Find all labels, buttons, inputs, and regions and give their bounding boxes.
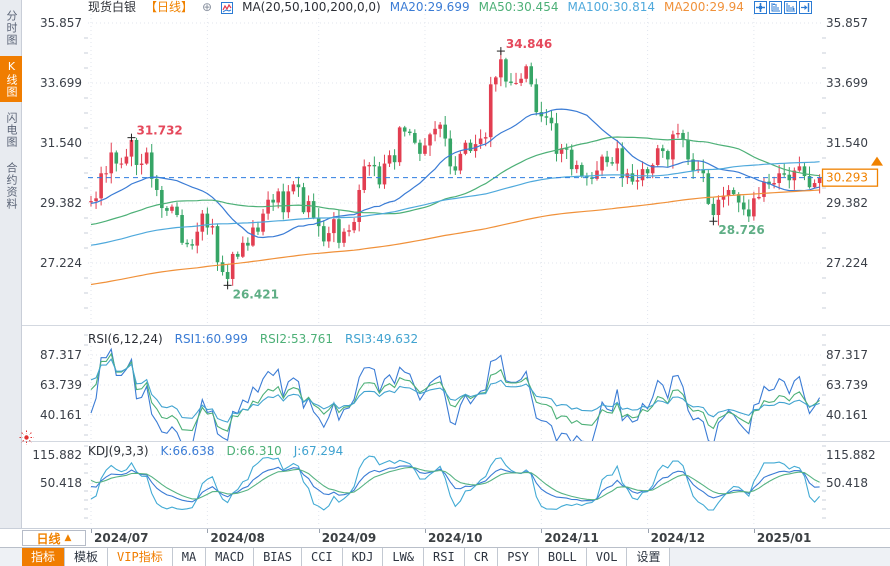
tab-indicator[interactable]: 指标 [22, 548, 65, 566]
period-button-label: 日线 [37, 530, 61, 547]
ma50-value: MA50:30.454 [479, 0, 559, 15]
x-axis-label: 2024/07 [94, 531, 148, 545]
svg-text:31.540: 31.540 [40, 136, 82, 150]
sidebar-item-lightning-chart[interactable]: 闪电图 [0, 108, 22, 152]
ma100-value: MA100:30.814 [567, 0, 655, 15]
x-axis-tick [91, 529, 92, 533]
period-tag: 【日线】 [145, 0, 193, 15]
svg-text:115.882: 115.882 [32, 448, 82, 462]
svg-text:34.846: 34.846 [506, 37, 552, 51]
indicator-tabs-bar: 指标 模板 VIP指标 MA MACD BIAS CCI KDJ LW& RSI… [0, 547, 890, 566]
rsi-pane-header: RSI(6,12,24) RSI1:60.999 RSI2:53.761 RSI… [88, 333, 418, 346]
svg-text:50.418: 50.418 [40, 476, 82, 490]
x-axis-row: 日线 ▲ 2024/07 2024/08 2024/09 2024/10 2024/11… [0, 528, 890, 547]
caret-up-icon: ▲ [65, 533, 72, 543]
svg-text:40.161: 40.161 [826, 408, 868, 422]
x-axis-label: 2024/09 [322, 531, 376, 545]
ma200-value: MA200:29.94 [664, 0, 744, 15]
x-axis-label: 2025/01 [757, 531, 811, 545]
svg-text:63.739: 63.739 [40, 378, 82, 392]
svg-text:29.382: 29.382 [40, 196, 82, 210]
indicator-chart-icon[interactable] [221, 2, 233, 14]
svg-text:63.739: 63.739 [826, 378, 868, 392]
kdj-j-value: J:67.294 [294, 445, 344, 458]
svg-text:33.699: 33.699 [40, 76, 82, 90]
svg-text:27.224: 27.224 [40, 256, 82, 270]
svg-text:33.699: 33.699 [826, 76, 868, 90]
x-axis-tick [541, 529, 542, 533]
svg-text:87.317: 87.317 [40, 348, 82, 362]
x-axis-tick [319, 529, 320, 533]
sidebar-item-contract-info[interactable]: 合约资料 [0, 158, 22, 214]
chart-toolbar [754, 1, 812, 14]
svg-text:40.161: 40.161 [40, 408, 82, 422]
add-overlay-icon[interactable]: ⊕ [202, 0, 212, 15]
ma20-value: MA20:29.699 [390, 0, 470, 15]
svg-text:28.726: 28.726 [718, 223, 764, 237]
tab-macd[interactable]: MACD [206, 548, 254, 566]
svg-text:35.857: 35.857 [826, 16, 868, 30]
x-axis-label: 2024/11 [544, 531, 598, 545]
x-axis-label: 2024/08 [210, 531, 264, 545]
svg-text:115.882: 115.882 [826, 448, 876, 462]
svg-text:31.540: 31.540 [826, 136, 868, 150]
x-axis-tick [754, 529, 755, 533]
x-axis-tick [207, 529, 208, 533]
tab-cr[interactable]: CR [465, 548, 498, 566]
tab-settings[interactable]: 设置 [627, 548, 670, 566]
rsi1-value: RSI1:60.999 [175, 333, 248, 346]
ma-settings-label: MA(20,50,100,200,0,0) [242, 0, 381, 15]
sidebar-item-kline-chart[interactable]: K线图 [0, 56, 22, 102]
tab-ma[interactable]: MA [173, 548, 206, 566]
rsi3-value: RSI3:49.632 [345, 333, 418, 346]
tab-vol[interactable]: VOL [587, 548, 628, 566]
tab-rsi[interactable]: RSI [424, 548, 465, 566]
x-axis-label: 2024/10 [428, 531, 482, 545]
x-axis-label: 2024/12 [651, 531, 705, 545]
tab-cci[interactable]: CCI [302, 548, 343, 566]
tab-kdj[interactable]: KDJ [343, 548, 384, 566]
kdj-k-value: K:66.638 [161, 445, 215, 458]
fit-y-axis-icon[interactable] [769, 1, 782, 14]
rsi-title: RSI(6,12,24) [88, 333, 163, 346]
x-axis-tick [648, 529, 649, 533]
alert-blink-icon [19, 430, 34, 445]
svg-text:27.224: 27.224 [826, 256, 868, 270]
svg-text:30.293: 30.293 [826, 171, 868, 185]
period-button[interactable]: 日线 ▲ [22, 530, 86, 546]
tab-boll[interactable]: BOLL [539, 548, 587, 566]
svg-text:50.418: 50.418 [826, 476, 868, 490]
move-tool-icon[interactable] [754, 1, 767, 14]
rsi2-value: RSI2:53.761 [260, 333, 333, 346]
chart-type-sidebar: 分时图 K线图 闪电图 合约资料 [0, 0, 22, 530]
tab-psy[interactable]: PSY [498, 548, 539, 566]
kdj-title: KDJ(9,3,3) [88, 445, 149, 458]
svg-text:29.382: 29.382 [826, 196, 868, 210]
svg-text:35.857: 35.857 [40, 16, 82, 30]
symbol-name: 现货白银 [88, 0, 136, 15]
tab-bias[interactable]: BIAS [254, 548, 302, 566]
tab-template[interactable]: 模板 [65, 548, 108, 566]
x-axis-tick [425, 529, 426, 533]
trading-app: 分时图 K线图 闪电图 合约资料 现货白银 【日线】 ⊕ MA(20,50,10… [0, 0, 890, 566]
svg-text:87.317: 87.317 [826, 348, 868, 362]
fit-x-axis-icon[interactable] [784, 1, 797, 14]
kdj-pane-header: KDJ(9,3,3) K:66.638 D:66.310 J:67.294 [88, 445, 343, 458]
jump-latest-icon[interactable] [799, 1, 812, 14]
tab-lw[interactable]: LW& [383, 548, 424, 566]
chart-header: 现货白银 【日线】 ⊕ MA(20,50,100,200,0,0) MA20:2… [88, 0, 744, 15]
sidebar-item-time-chart[interactable]: 分时图 [0, 6, 22, 50]
svg-text:26.421: 26.421 [233, 287, 279, 301]
tab-vip-indicator[interactable]: VIP指标 [108, 548, 173, 566]
kdj-d-value: D:66.310 [226, 445, 281, 458]
svg-text:31.732: 31.732 [136, 124, 182, 138]
